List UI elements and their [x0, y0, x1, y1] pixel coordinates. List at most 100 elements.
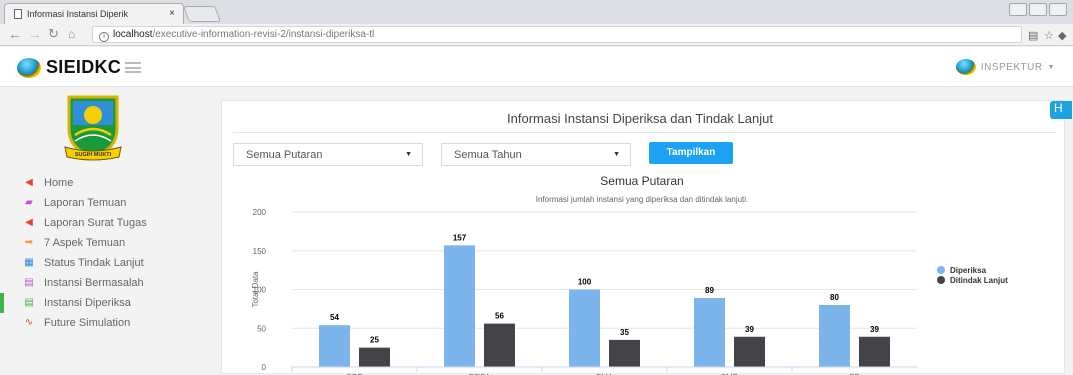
divider — [233, 132, 1056, 133]
legend-item: Ditindak Lanjut — [950, 276, 1008, 285]
bar-diperiksa — [694, 298, 725, 367]
y-tick-label: 150 — [253, 247, 267, 256]
sidebar-item-home[interactable]: ◀ Home — [0, 173, 208, 193]
y-tick-label: 50 — [257, 324, 266, 333]
sidebar-item-label: Instansi Bermasalah — [44, 277, 144, 289]
show-button[interactable]: Tampilkan — [649, 142, 733, 164]
data-label: 157 — [453, 233, 467, 242]
send-icon: ◀ — [25, 217, 33, 228]
table-icon: ▤ — [24, 297, 34, 308]
grid-icon: ▦ — [24, 257, 34, 268]
new-tab-button[interactable] — [183, 6, 221, 22]
year-select-value: Semua Tahun — [454, 149, 522, 161]
translate-icon[interactable]: ▤ — [1028, 29, 1038, 42]
data-label: 56 — [495, 312, 504, 321]
sidebar-item-label: Future Simulation — [44, 317, 131, 329]
sidebar-item-7-aspek-temuan[interactable]: ➡ 7 Aspek Temuan — [0, 233, 208, 253]
user-profile-button[interactable] — [1009, 3, 1027, 16]
y-tick-label: 0 — [262, 363, 267, 372]
user-menu[interactable]: INSPEKTUR ▼ — [955, 59, 1055, 75]
bar-chart: Semua Putaran Informasi jumlah instansi y… — [251, 174, 1008, 375]
browser-tab[interactable]: Informasi Instansi Diperik × — [4, 3, 184, 24]
sidebar-item-label: Status Tindak Lanjut — [44, 257, 144, 269]
sidebar-item-label: Laporan Surat Tugas — [44, 217, 147, 229]
chevron-down-icon: ▼ — [405, 151, 412, 158]
data-label: 80 — [830, 293, 839, 302]
chart-subtitle: Informasi jumlah instansi yang diperiksa… — [536, 195, 749, 204]
round-select-value: Semua Putaran — [246, 149, 323, 161]
sidebar-item-laporan-surat-tugas[interactable]: ◀ Laporan Surat Tugas — [0, 213, 208, 233]
crest-logo: SUGIH MUKTI — [64, 95, 122, 161]
chevron-down-icon: ▼ — [1047, 63, 1055, 71]
bar-ditindak-lanjut — [359, 347, 390, 367]
legend-marker — [937, 266, 945, 274]
sidebar-menu: ◀ Home ▰ Laporan Temuan ◀ Laporan Surat Tugas… — [0, 173, 208, 333]
year-select[interactable]: Semua Tahun ▼ — [441, 143, 631, 166]
user-role: INSPEKTUR — [980, 61, 1043, 73]
legend-marker — [937, 276, 945, 284]
bar-ditindak-lanjut — [859, 336, 890, 367]
pulse-icon: ∿ — [24, 317, 34, 328]
minimize-button[interactable] — [1029, 3, 1047, 16]
extension-icon[interactable]: ◆ — [1058, 29, 1066, 42]
content-panel: H Informasi Instansi Diperiksa dan Tinda… — [221, 100, 1072, 375]
data-label: 35 — [620, 328, 629, 337]
tab-title: Informasi Instansi Diperik — [27, 9, 129, 19]
bar-ditindak-lanjut — [609, 339, 640, 367]
sidebar: SUGIH MUKTI ◀ Home ▰ Laporan Temuan ◀ Laporan… — [0, 88, 208, 374]
round-select[interactable]: Semua Putaran ▼ — [233, 143, 423, 166]
window-controls — [1009, 3, 1067, 16]
sidebar-item-label: Home — [44, 177, 74, 189]
data-label: 54 — [330, 313, 339, 322]
page-icon — [14, 9, 22, 19]
sidebar-item-status-tindak-lanjut[interactable]: ▦ Status Tindak Lanjut — [0, 253, 208, 273]
sidebar-item-future-simulation[interactable]: ∿ Future Simulation — [0, 313, 208, 333]
bar-ditindak-lanjut — [734, 336, 765, 367]
tab-close-icon[interactable]: × — [169, 8, 175, 19]
bar-diperiksa — [819, 305, 850, 367]
info-icon[interactable]: i — [99, 32, 109, 42]
bar-ditindak-lanjut — [484, 323, 515, 367]
chevron-down-icon: ▼ — [613, 151, 620, 158]
home-icon[interactable]: ⌂ — [68, 27, 75, 41]
sidebar-item-instansi-diperiksa[interactable]: ▤ Instansi Diperiksa — [0, 293, 208, 313]
bar-diperiksa — [444, 245, 475, 367]
data-label: 100 — [578, 278, 592, 287]
data-label: 25 — [370, 336, 379, 345]
sidebar-item-label: Instansi Diperiksa — [44, 297, 131, 309]
folder-icon: ▰ — [25, 197, 33, 208]
forward-icon[interactable]: → — [28, 27, 42, 41]
data-label: 89 — [705, 286, 714, 295]
bar-diperiksa — [319, 325, 350, 367]
sidebar-item-laporan-temuan[interactable]: ▰ Laporan Temuan — [0, 193, 208, 213]
browser-toolbar: ← → ↻ ⌂ i localhost/executive-information… — [0, 24, 1073, 46]
chart-title: Semua Putaran — [600, 174, 683, 188]
url-path: /executive-information-revisi-2/instansi… — [152, 29, 375, 40]
crest-motto: SUGIH MUKTI — [75, 152, 112, 158]
user-avatar — [955, 59, 976, 75]
sidebar-item-label: 7 Aspek Temuan — [44, 237, 126, 249]
table-icon: ▤ — [24, 277, 34, 288]
app-header: SIEIDKC INSPEKTUR ▼ — [0, 47, 1073, 87]
bar-diperiksa — [569, 289, 600, 367]
data-label: 39 — [870, 325, 879, 334]
bookmark-star-icon[interactable]: ☆ — [1044, 29, 1054, 42]
arrow-icon: ➡ — [24, 237, 34, 248]
brand-logo-icon — [17, 57, 41, 78]
sidebar-item-label: Laporan Temuan — [44, 197, 127, 209]
maximize-button[interactable] — [1049, 3, 1067, 16]
sidebar-item-instansi-bermasalah[interactable]: ▤ Instansi Bermasalah — [0, 273, 208, 293]
legend-item: Diperiksa — [950, 266, 987, 275]
y-tick-label: 200 — [253, 208, 267, 217]
back-icon[interactable]: ← — [8, 27, 22, 41]
browser-tab-bar: Informasi Instansi Diperik × — [0, 0, 1073, 24]
home-icon: ◀ — [25, 177, 33, 188]
data-label: 39 — [745, 325, 754, 334]
address-bar[interactable]: i localhost/executive-information-revisi-… — [92, 26, 1022, 43]
reload-icon[interactable]: ↻ — [48, 27, 59, 41]
brand[interactable]: SIEIDKC — [17, 57, 121, 78]
brand-name: SIEIDKC — [46, 57, 122, 77]
y-tick-label: 100 — [253, 286, 267, 295]
page-title: Informasi Instansi Diperiksa dan Tindak … — [507, 111, 773, 126]
menu-toggle-icon[interactable] — [125, 62, 141, 73]
